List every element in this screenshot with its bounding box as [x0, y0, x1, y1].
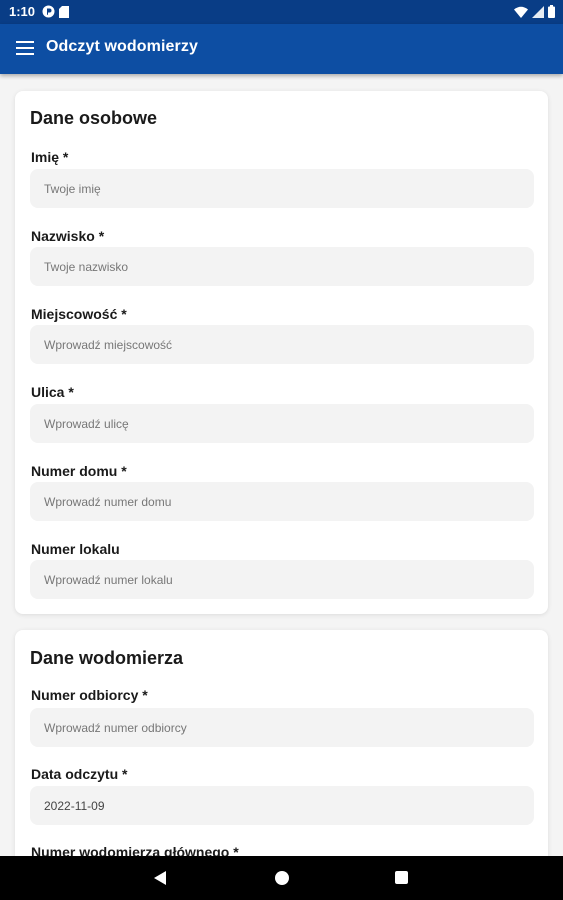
status-time: 1:10 — [9, 4, 36, 19]
signal-icon — [532, 5, 544, 18]
city-label: Miejscowość * — [31, 306, 127, 322]
reading-date-label: Data odczytu * — [31, 766, 128, 782]
last-name-input[interactable] — [30, 247, 534, 286]
app-bar: Odczyt wodomierzy — [0, 24, 563, 74]
personal-data-card: Dane osobowe Imię * Nazwisko * Miejscowo… — [15, 91, 548, 614]
last-name-label: Nazwisko * — [31, 228, 105, 244]
house-number-input[interactable] — [30, 482, 534, 521]
first-name-label: Imię * — [31, 149, 69, 165]
personal-data-heading: Dane osobowe — [30, 108, 158, 128]
status-bar: 1:10 — [0, 0, 563, 24]
app-notification-icon — [42, 5, 55, 18]
sd-card-icon — [59, 5, 69, 18]
home-icon[interactable] — [275, 871, 289, 885]
first-name-input[interactable] — [30, 169, 534, 208]
system-navigation-bar — [0, 856, 563, 900]
battery-icon — [548, 5, 555, 18]
recipient-number-label: Numer odbiorcy * — [31, 687, 148, 703]
recipient-number-input[interactable] — [30, 708, 534, 747]
form-scroll-area[interactable]: Dane osobowe Imię * Nazwisko * Miejscowo… — [0, 74, 563, 856]
app-title: Odczyt wodomierzy — [46, 38, 198, 55]
apartment-number-input[interactable] — [30, 560, 534, 599]
wifi-icon — [514, 6, 528, 18]
street-label: Ulica * — [31, 384, 74, 400]
recent-apps-icon[interactable] — [395, 871, 408, 884]
meter-data-card: Dane wodomierza Numer odbiorcy * Data od… — [15, 630, 548, 856]
house-number-label: Numer domu * — [31, 463, 127, 479]
main-meter-number-label: Numer wodomierza głównego * — [31, 844, 239, 856]
menu-icon[interactable] — [16, 41, 34, 55]
city-input[interactable] — [30, 325, 534, 364]
reading-date-input[interactable] — [30, 786, 534, 825]
apartment-number-label: Numer lokalu — [31, 541, 120, 557]
street-input[interactable] — [30, 404, 534, 443]
meter-data-heading: Dane wodomierza — [30, 648, 184, 668]
back-icon[interactable] — [154, 871, 166, 885]
